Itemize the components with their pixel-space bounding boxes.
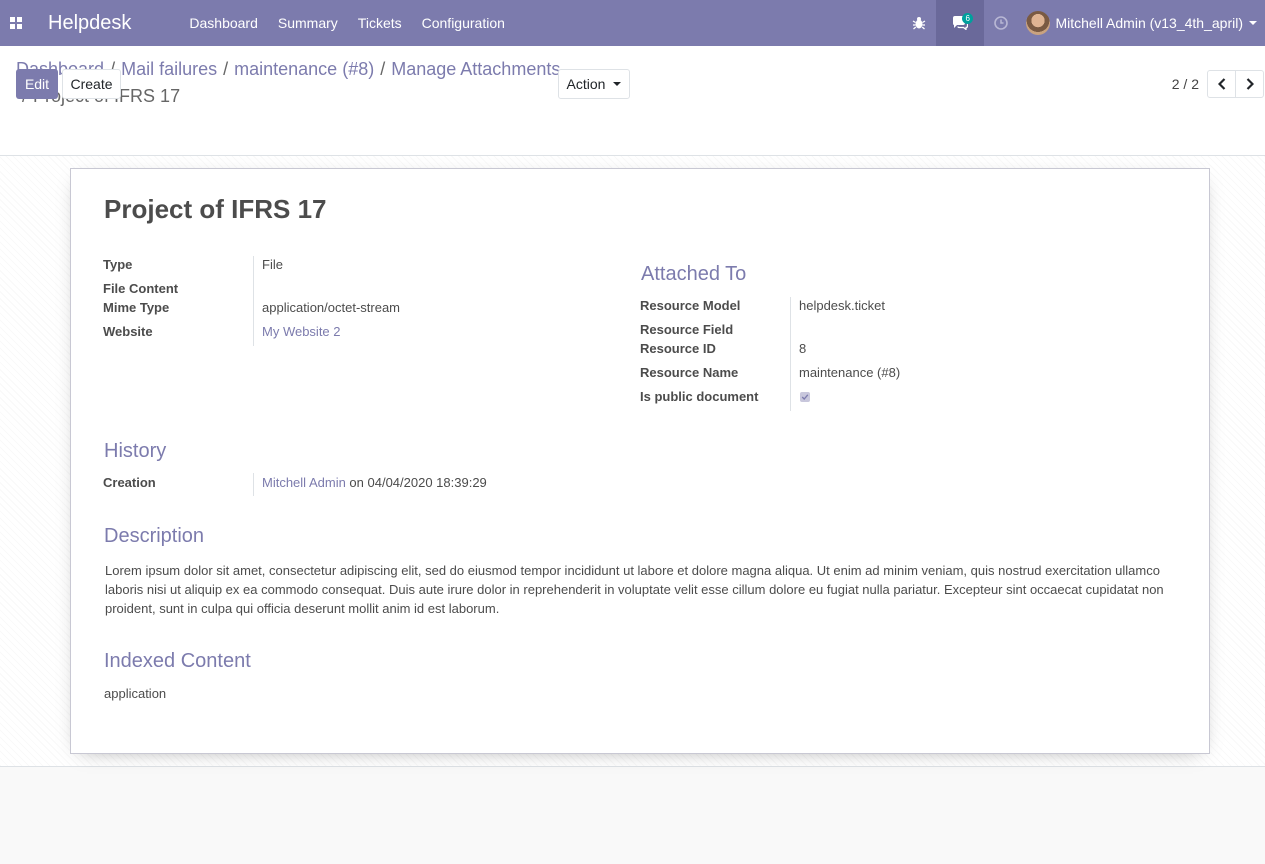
chevron-down-icon: [613, 82, 622, 86]
field-divider: [253, 473, 254, 496]
chevron-down-icon: [1249, 21, 1257, 25]
field-divider: [790, 297, 791, 411]
creation-user-link[interactable]: Mitchell Admin: [262, 475, 346, 490]
menu-summary[interactable]: Summary: [268, 0, 348, 46]
mime-type-value: application/octet-stream: [262, 300, 401, 315]
pager-previous-button[interactable]: [1207, 70, 1236, 98]
top-navbar: Helpdesk Dashboard Summary Tickets Confi…: [0, 0, 1265, 46]
bug-icon: [913, 17, 926, 30]
description-heading: Description: [104, 525, 205, 547]
resource-id-label: Resource ID: [640, 341, 716, 356]
website-link[interactable]: My Website 2: [262, 324, 341, 339]
user-name: Mitchell Admin (v13_4th_april): [1055, 15, 1243, 31]
messages-badge: 6: [962, 13, 973, 24]
chevron-left-icon: [1217, 78, 1225, 90]
indexed-content-text: application: [104, 686, 167, 701]
resource-model-label: Resource Model: [640, 298, 741, 313]
debug-button[interactable]: [902, 0, 936, 46]
clock-icon: [994, 16, 1009, 30]
pager-value[interactable]: 2 / 2: [1172, 76, 1199, 92]
file-content-label: File Content: [103, 281, 179, 296]
resource-name-label: Resource Name: [640, 365, 739, 380]
record-title: Project of IFRS 17: [104, 194, 327, 224]
apps-icon[interactable]: [0, 0, 32, 46]
app-brand[interactable]: Helpdesk: [48, 12, 131, 35]
menu-tickets[interactable]: Tickets: [348, 0, 412, 46]
creation-date: on 04/04/2020 18:39:29: [345, 475, 487, 490]
messaging-button[interactable]: 6: [936, 0, 985, 46]
action-dropdown[interactable]: Action: [558, 69, 630, 99]
resource-id-value: 8: [799, 341, 807, 356]
main-menu: Dashboard Summary Tickets Configuration: [179, 0, 515, 46]
creation-value: Mitchell Admin on 04/04/2020 18:39:29: [262, 475, 487, 490]
type-label: Type: [103, 257, 133, 272]
description-text: Lorem ipsum dolor sit amet, consectetur …: [105, 563, 1164, 616]
menu-configuration[interactable]: Configuration: [412, 0, 515, 46]
menu-dashboard[interactable]: Dashboard: [179, 0, 268, 46]
field-divider: [253, 256, 254, 346]
edit-button[interactable]: Edit: [16, 69, 58, 99]
creation-label: Creation: [103, 475, 156, 490]
breadcrumb-item[interactable]: maintenance (#8): [234, 59, 374, 79]
user-menu[interactable]: Mitchell Admin (v13_4th_april): [1018, 11, 1265, 35]
mime-type-label: Mime Type: [103, 300, 170, 315]
breadcrumb-item[interactable]: Mail failures: [121, 59, 217, 79]
type-value: File: [262, 257, 283, 272]
check-icon: [801, 394, 809, 400]
website-label: Website: [103, 324, 153, 339]
public-document-label: Is public document: [640, 389, 759, 404]
control-panel: Dashboard/Mail failures/maintenance (#8)…: [0, 46, 1265, 156]
breadcrumb-item[interactable]: Manage Attachments: [391, 59, 560, 79]
resource-name-value: maintenance (#8): [799, 365, 901, 380]
action-label: Action: [566, 76, 606, 92]
pager-next-button[interactable]: [1235, 70, 1264, 98]
chevron-right-icon: [1246, 78, 1254, 90]
history-heading: History: [104, 440, 167, 462]
resource-field-label: Resource Field: [640, 322, 734, 337]
attached-to-heading: Attached To: [641, 263, 747, 285]
public-document-checkbox: [800, 392, 810, 402]
avatar: [1026, 11, 1051, 35]
resource-model-value: helpdesk.ticket: [799, 298, 885, 313]
create-button[interactable]: Create: [62, 69, 121, 99]
activity-button[interactable]: [984, 0, 1018, 46]
indexed-content-heading: Indexed Content: [104, 650, 251, 672]
form-sheet: Project of IFRS 17 Type File Content Mim…: [70, 168, 1210, 754]
